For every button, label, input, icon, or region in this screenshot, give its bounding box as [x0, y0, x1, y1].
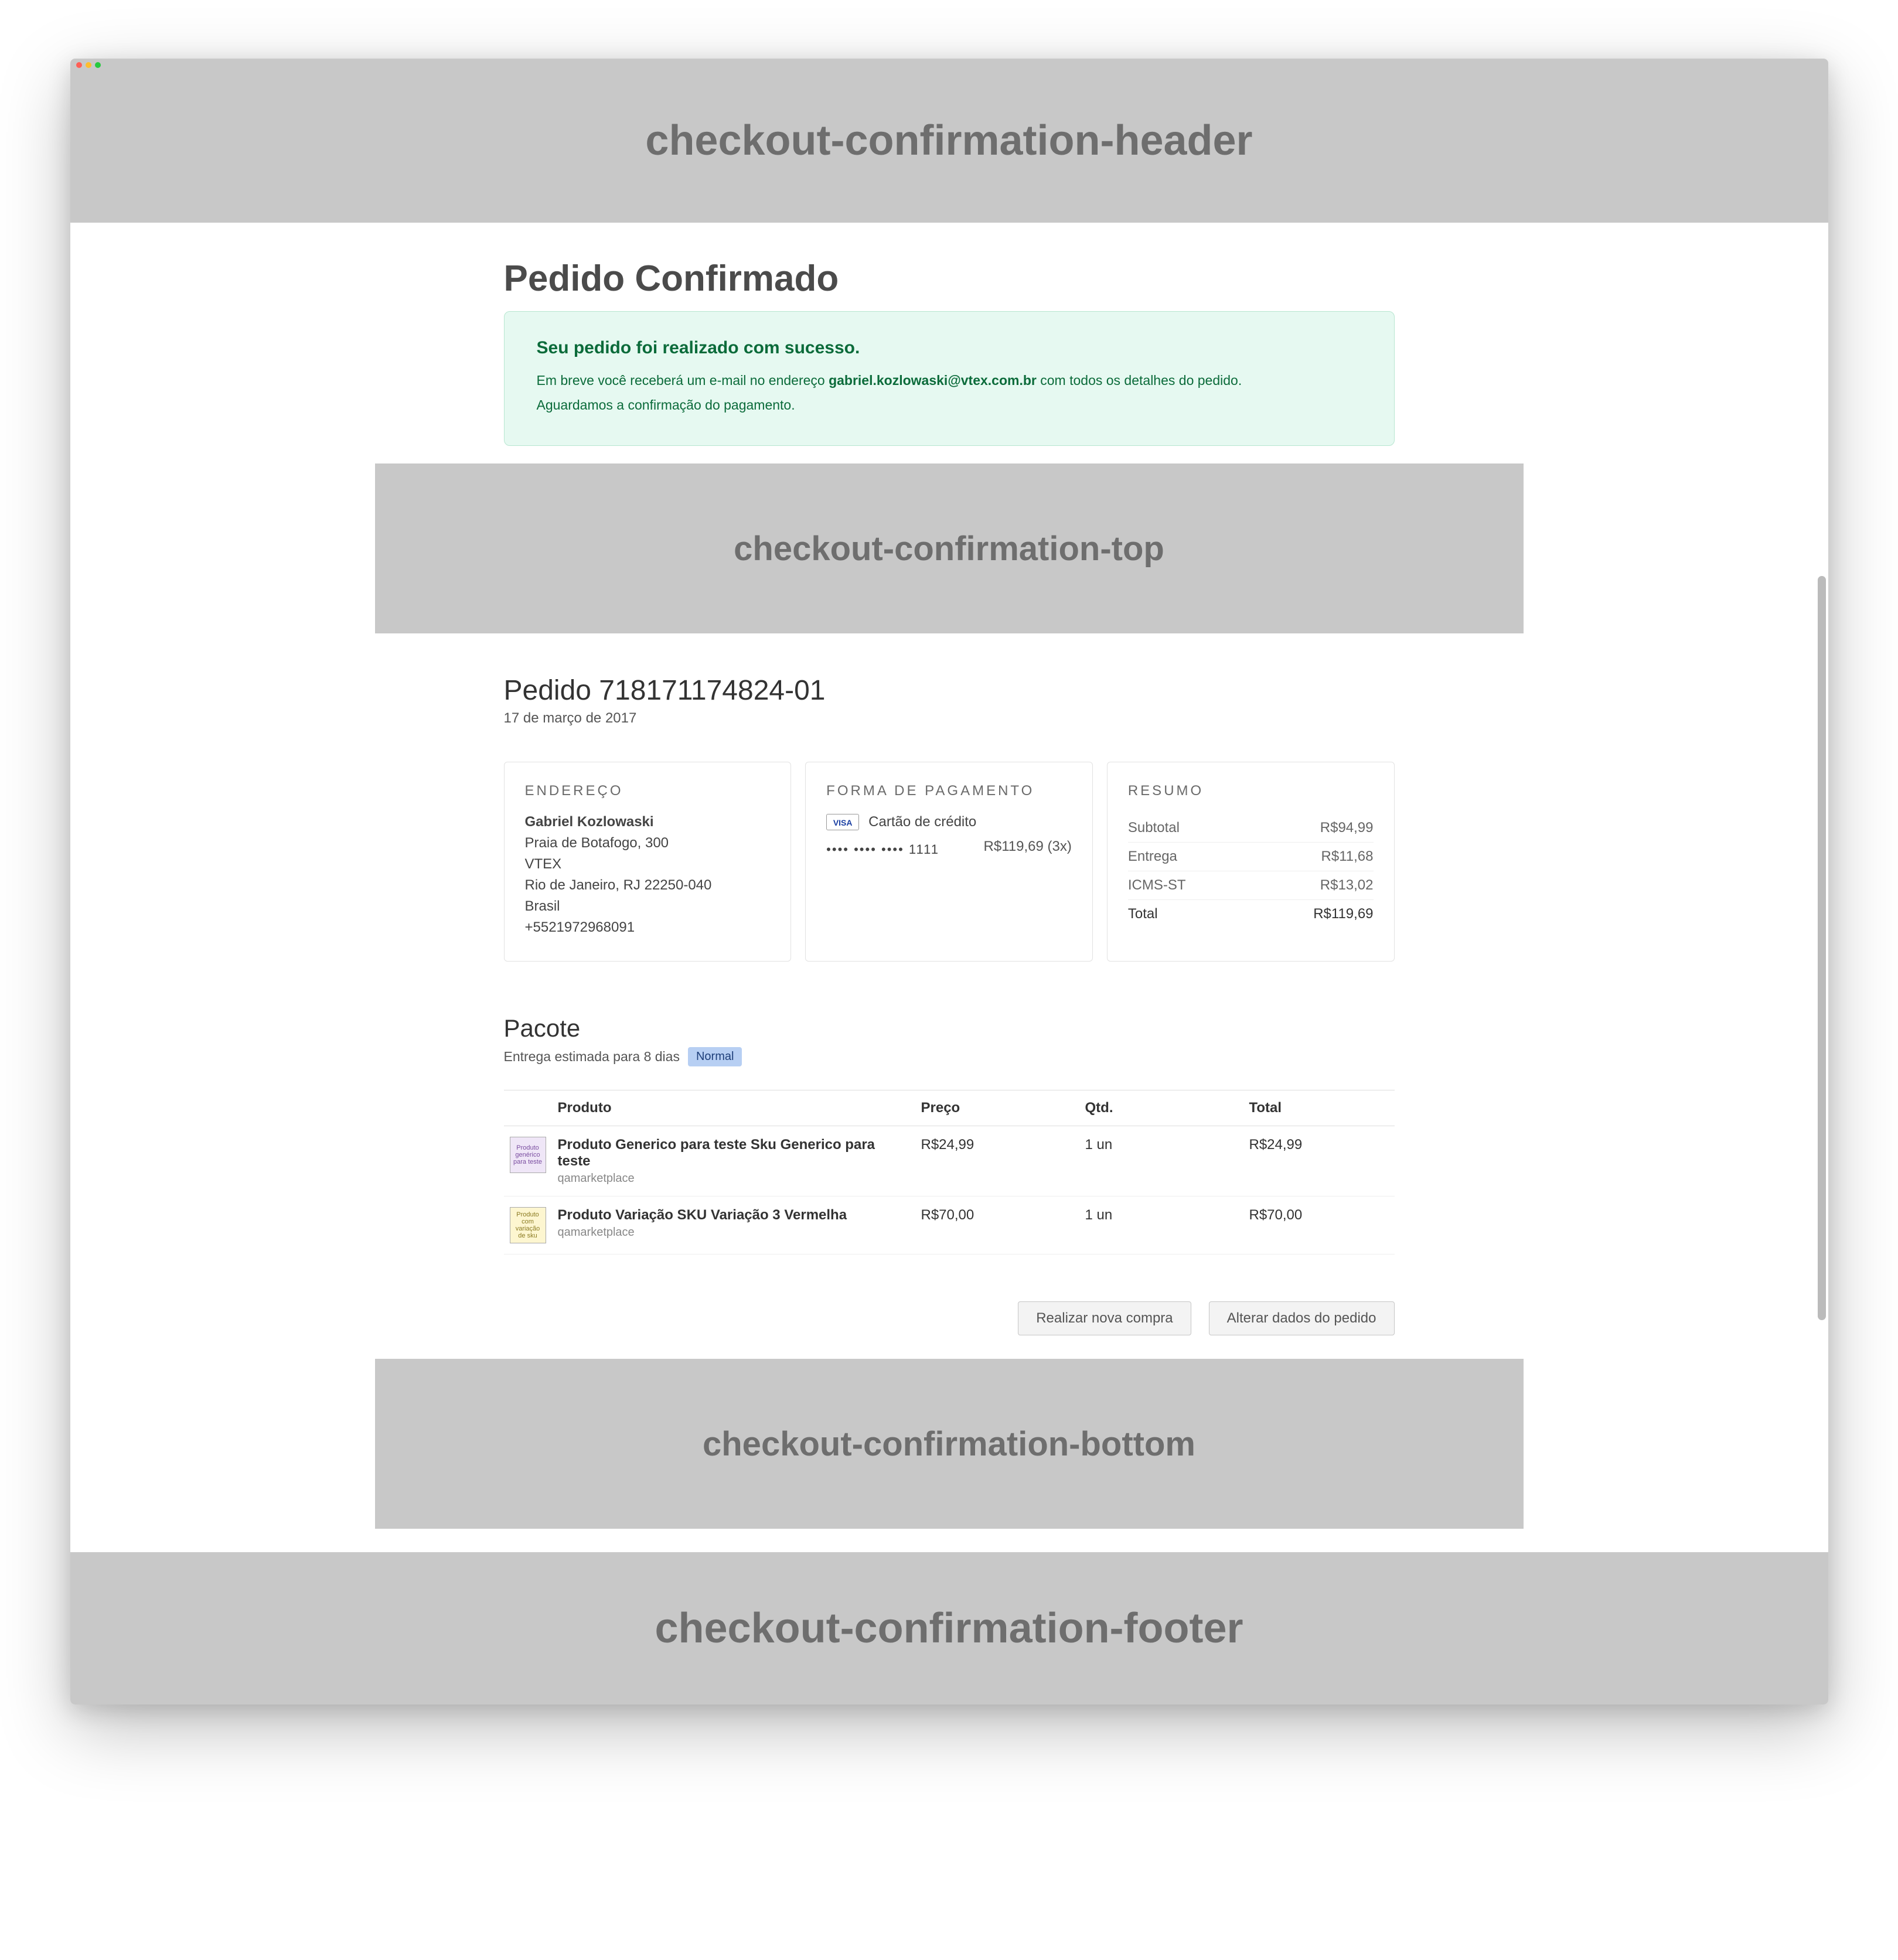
address-city: Rio de Janeiro, RJ 22250-040 — [525, 877, 771, 894]
summary-row-total: Total R$119,69 — [1128, 900, 1374, 928]
product-qty: 1 un — [1079, 1126, 1243, 1197]
address-street: Praia de Botafogo, 300 — [525, 835, 771, 851]
checkout-confirmation-top: checkout-confirmation-top — [375, 463, 1524, 633]
page-title-block: Pedido Confirmado Seu pedido foi realiza… — [504, 223, 1395, 463]
summary-label: ICMS-ST — [1128, 877, 1186, 894]
maximize-icon[interactable] — [95, 62, 101, 68]
success-email: gabriel.kozlowaski@vtex.com.br — [829, 373, 1037, 388]
product-table: Produto Preço Qtd. Total Produto genéric… — [504, 1090, 1395, 1255]
summary-label: Entrega — [1128, 848, 1177, 865]
summary-panel: RESUMO Subtotal R$94,99 Entrega R$11,68 … — [1107, 762, 1395, 962]
summary-value: R$119,69 — [1313, 906, 1373, 922]
address-country: Brasil — [525, 898, 771, 915]
page-title: Pedido Confirmado — [504, 258, 1395, 299]
order-panels: ENDEREÇO Gabriel Kozlowaski Praia de Bot… — [504, 762, 1395, 962]
address-company: VTEX — [525, 856, 771, 872]
summary-list: Subtotal R$94,99 Entrega R$11,68 ICMS-ST… — [1128, 814, 1374, 928]
summary-value: R$13,02 — [1320, 877, 1374, 894]
close-icon[interactable] — [76, 62, 82, 68]
product-name: Produto Variação SKU Variação 3 Vermelha — [558, 1207, 909, 1223]
address-phone: +5521972968091 — [525, 919, 771, 936]
checkout-confirmation-bottom: checkout-confirmation-bottom — [375, 1359, 1524, 1529]
product-shop: qamarketplace — [558, 1226, 909, 1239]
summary-value: R$94,99 — [1320, 820, 1374, 836]
product-qty: 1 un — [1079, 1197, 1243, 1255]
summary-row-tax: ICMS-ST R$13,02 — [1128, 871, 1374, 900]
checkout-confirmation-header: checkout-confirmation-header — [70, 59, 1828, 223]
package-block: Pacote Entrega estimada para 8 dias Norm… — [504, 1014, 1395, 1335]
payment-amount: R$119,69 (3x) — [984, 838, 1072, 855]
col-qty: Qtd. — [1079, 1090, 1243, 1126]
order-date: 17 de março de 2017 — [504, 710, 1395, 727]
success-line2: Aguardamos a confirmação do pagamento. — [537, 397, 1362, 413]
col-price: Preço — [915, 1090, 1079, 1126]
shipping-badge: Normal — [688, 1047, 742, 1066]
minimize-icon[interactable] — [86, 62, 91, 68]
product-name: Produto Generico para teste Sku Generico… — [558, 1137, 909, 1170]
col-thumb — [504, 1090, 552, 1126]
edit-order-button[interactable]: Alterar dados do pedido — [1209, 1301, 1395, 1335]
product-price: R$24,99 — [915, 1126, 1079, 1197]
order-header: Pedido 718171174824-01 17 de março de 20… — [504, 633, 1395, 744]
table-row: Produto genérico para teste Produto Gene… — [504, 1126, 1395, 1197]
order-number: Pedido 718171174824-01 — [504, 674, 1395, 707]
payment-panel: FORMA DE PAGAMENTO VISA Cartão de crédit… — [805, 762, 1093, 962]
summary-label: Total — [1128, 906, 1158, 922]
summary-value: R$11,68 — [1321, 848, 1374, 865]
table-row: Produto com variação de sku Produto Vari… — [504, 1197, 1395, 1255]
product-total: R$70,00 — [1243, 1197, 1395, 1255]
summary-row-subtotal: Subtotal R$94,99 — [1128, 814, 1374, 843]
product-price: R$70,00 — [915, 1197, 1079, 1255]
product-table-header-row: Produto Preço Qtd. Total — [504, 1090, 1395, 1126]
scrollbar-thumb[interactable] — [1818, 576, 1826, 1320]
window-traffic-lights — [76, 62, 101, 68]
action-buttons: Realizar nova compra Alterar dados do pe… — [504, 1301, 1395, 1335]
address-name: Gabriel Kozlowaski — [525, 814, 771, 830]
col-total: Total — [1243, 1090, 1395, 1126]
success-line1-prefix: Em breve você receberá um e-mail no ende… — [537, 373, 829, 388]
success-headline: Seu pedido foi realizado com sucesso. — [537, 338, 1362, 358]
success-line1-suffix: com todos os detalhes do pedido. — [1037, 373, 1242, 388]
summary-panel-title: RESUMO — [1128, 783, 1374, 799]
summary-row-shipping: Entrega R$11,68 — [1128, 843, 1374, 871]
product-shop: qamarketplace — [558, 1172, 909, 1185]
payment-masked-card: •••• •••• •••• 1111 — [826, 842, 939, 857]
visa-icon: VISA — [826, 814, 859, 830]
payment-row: VISA Cartão de crédito — [826, 814, 1072, 830]
address-panel: ENDEREÇO Gabriel Kozlowaski Praia de Bot… — [504, 762, 792, 962]
address-panel-title: ENDEREÇO — [525, 783, 771, 799]
browser-window: checkout-confirmation-header Pedido Conf… — [70, 59, 1828, 1705]
package-title: Pacote — [504, 1014, 1395, 1042]
col-product: Produto — [552, 1090, 915, 1126]
product-total: R$24,99 — [1243, 1126, 1395, 1197]
checkout-confirmation-footer: checkout-confirmation-footer — [70, 1552, 1828, 1705]
product-thumbnail: Produto com variação de sku — [510, 1207, 546, 1243]
payment-panel-title: FORMA DE PAGAMENTO — [826, 783, 1072, 799]
success-message-box: Seu pedido foi realizado com sucesso. Em… — [504, 311, 1395, 446]
package-subtitle: Entrega estimada para 8 dias Normal — [504, 1047, 1395, 1066]
new-purchase-button[interactable]: Realizar nova compra — [1018, 1301, 1191, 1335]
payment-method: Cartão de crédito — [868, 814, 976, 830]
product-thumbnail: Produto genérico para teste — [510, 1137, 546, 1173]
package-est-label: Entrega estimada para 8 dias — [504, 1049, 680, 1065]
summary-label: Subtotal — [1128, 820, 1180, 836]
success-line1: Em breve você receberá um e-mail no ende… — [537, 373, 1362, 388]
